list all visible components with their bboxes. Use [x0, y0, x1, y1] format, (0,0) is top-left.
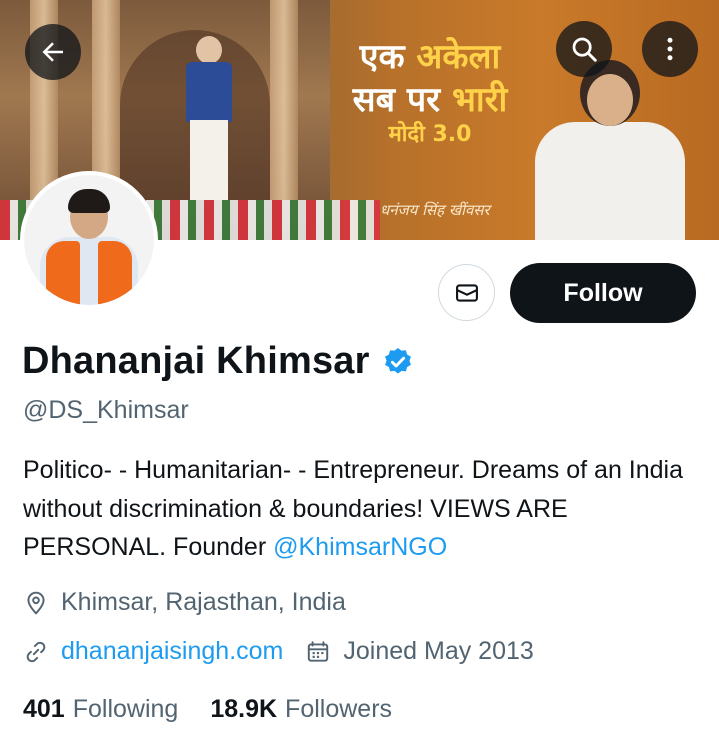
- banner-headline-line1: एक अकेला: [359, 37, 501, 77]
- profile-handle: @DS_Khimsar: [23, 396, 189, 424]
- banner-pillar: [270, 0, 298, 200]
- joined-text: Joined May 2013: [343, 637, 534, 665]
- profile-bio: Politico- - Humanitarian- - Entrepreneur…: [23, 451, 703, 567]
- search-button[interactable]: [556, 21, 612, 77]
- profile-location: Khimsar, Rajasthan, India: [23, 588, 346, 617]
- search-icon: [572, 37, 597, 62]
- message-button[interactable]: [438, 264, 495, 321]
- banner-headline-line2: सब पर भारी: [352, 80, 508, 120]
- bio-mention-link[interactable]: @KhimsarNGO: [273, 533, 447, 561]
- followers-label: Followers: [285, 695, 393, 723]
- banner-headline-line3: मोदी 3.0: [388, 122, 472, 147]
- link-icon: [26, 641, 46, 662]
- following-link[interactable]: 401 Following: [23, 695, 178, 724]
- profile-meta-row: dhananjaisingh.com Joined May 2013: [23, 637, 534, 666]
- follow-button[interactable]: Follow: [510, 263, 696, 323]
- website-link[interactable]: dhananjaisingh.com: [61, 637, 283, 666]
- avatar-image: [24, 175, 154, 305]
- profile-name: Dhananjai Khimsar: [22, 340, 370, 382]
- calendar-icon: [308, 640, 329, 662]
- profile-stats: 401 Following 18.9K Followers: [23, 695, 392, 724]
- followers-link[interactable]: 18.9K Followers: [210, 695, 392, 724]
- verified-badge-icon[interactable]: [382, 346, 414, 378]
- location-text: Khimsar, Rajasthan, India: [61, 588, 346, 616]
- more-options-button[interactable]: [642, 21, 698, 77]
- joined-date: Joined May 2013: [305, 637, 534, 666]
- avatar[interactable]: [20, 171, 158, 309]
- envelope-icon: [455, 283, 478, 302]
- following-count: 401: [23, 695, 65, 723]
- more-vertical-icon: [667, 37, 673, 61]
- profile-name-row: Dhananjai Khimsar: [22, 340, 414, 383]
- back-button[interactable]: [25, 24, 81, 80]
- banner-pillar: [92, 0, 120, 200]
- arrow-left-icon: [42, 42, 63, 62]
- followers-count: 18.9K: [210, 695, 278, 723]
- following-label: Following: [72, 695, 179, 723]
- banner-figure-left: [178, 36, 238, 200]
- banner-signature: धनंजय सिंह खींवसर: [380, 201, 490, 219]
- location-pin-icon: [27, 591, 45, 615]
